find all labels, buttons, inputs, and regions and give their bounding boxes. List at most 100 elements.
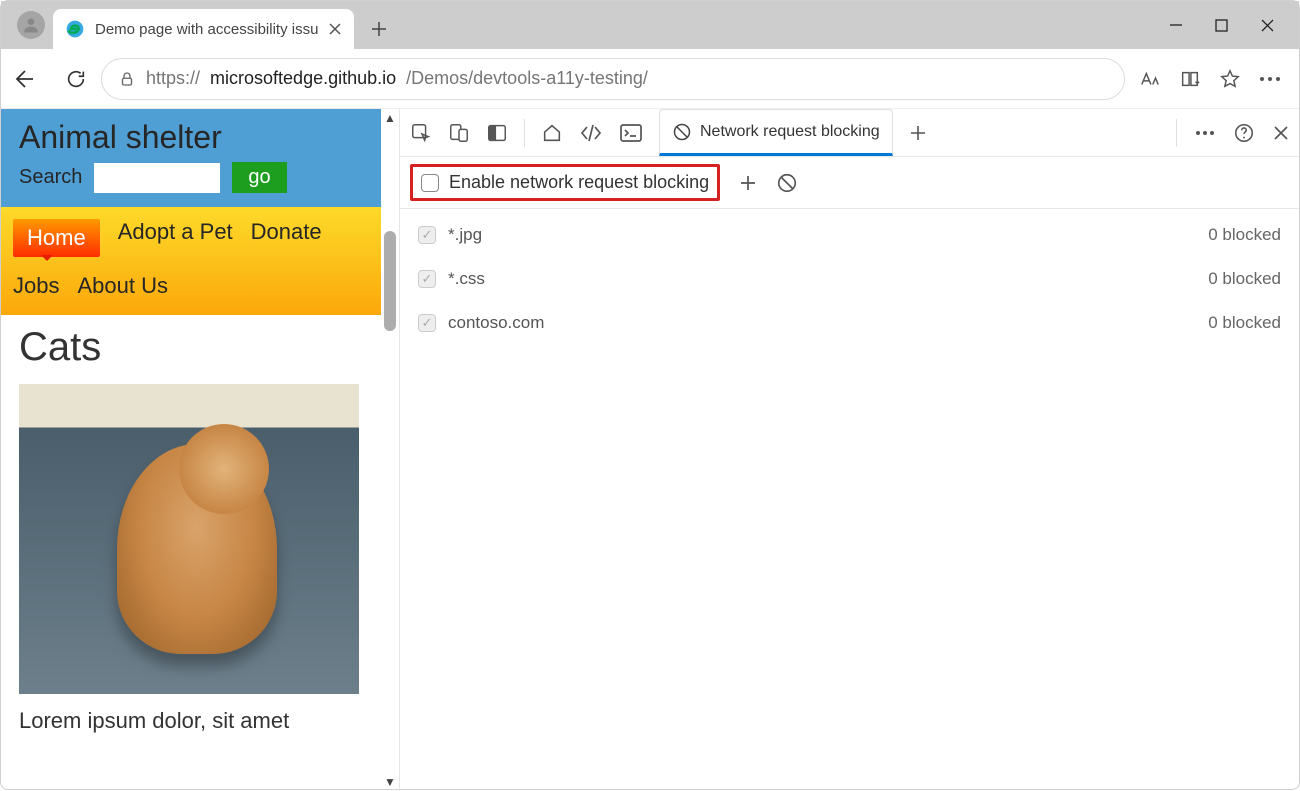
star-icon bbox=[1219, 68, 1241, 90]
page-scrollbar[interactable]: ▲ ▼ bbox=[381, 109, 399, 791]
user-icon bbox=[21, 15, 41, 35]
cat-image bbox=[19, 384, 359, 694]
section-heading: Cats bbox=[19, 325, 363, 370]
scroll-thumb[interactable] bbox=[384, 231, 396, 331]
rule-pattern: *.css bbox=[448, 269, 485, 289]
url-path: /Demos/devtools-a11y-testing/ bbox=[406, 68, 648, 89]
browser-tab[interactable]: Demo page with accessibility issu bbox=[53, 9, 354, 49]
inspect-icon bbox=[410, 122, 432, 144]
nav-donate[interactable]: Donate bbox=[251, 219, 322, 257]
help-icon bbox=[1233, 122, 1255, 144]
page-viewport: Animal shelter Search go Home Adopt a Pe… bbox=[1, 109, 399, 791]
reading-view-button[interactable] bbox=[1179, 68, 1201, 90]
minimize-icon bbox=[1169, 18, 1183, 32]
rule-count: 0 blocked bbox=[1208, 313, 1281, 333]
devtools-panel: Network request blocking Enable network … bbox=[399, 109, 1299, 791]
maximize-button[interactable] bbox=[1215, 19, 1228, 32]
rules-list: *.jpg 0 blocked *.css 0 blocked contoso.… bbox=[400, 209, 1299, 349]
more-icon bbox=[1259, 76, 1281, 82]
home-icon bbox=[541, 122, 563, 144]
checkbox-icon bbox=[418, 270, 436, 288]
nav-home[interactable]: Home bbox=[13, 219, 100, 257]
console-tab[interactable] bbox=[619, 122, 643, 144]
rule-row[interactable]: *.css 0 blocked bbox=[400, 257, 1299, 301]
maximize-icon bbox=[1215, 19, 1228, 32]
code-icon bbox=[579, 122, 603, 144]
console-icon bbox=[619, 122, 643, 144]
page-header: Animal shelter Search go bbox=[1, 109, 381, 207]
rule-count: 0 blocked bbox=[1208, 225, 1281, 245]
devtools-help-button[interactable] bbox=[1233, 122, 1255, 144]
arrow-left-icon bbox=[11, 67, 35, 91]
devtools-close-button[interactable] bbox=[1273, 125, 1289, 141]
rule-pattern: *.jpg bbox=[448, 225, 482, 245]
more-icon bbox=[1195, 130, 1215, 136]
text-size-icon bbox=[1139, 68, 1161, 90]
nav-adopt[interactable]: Adopt a Pet bbox=[118, 219, 233, 257]
enable-blocking-toggle[interactable]: Enable network request blocking bbox=[410, 164, 720, 201]
go-button[interactable]: go bbox=[232, 162, 286, 193]
scroll-up-icon: ▲ bbox=[382, 109, 398, 127]
body-text: Lorem ipsum dolor, sit amet bbox=[19, 708, 363, 734]
main-content: Animal shelter Search go Home Adopt a Pe… bbox=[1, 109, 1299, 791]
window-titlebar: Demo page with accessibility issu bbox=[1, 1, 1299, 49]
device-icon bbox=[448, 122, 470, 144]
elements-tab[interactable] bbox=[579, 122, 603, 144]
checkbox-icon bbox=[418, 314, 436, 332]
inspect-button[interactable] bbox=[410, 122, 432, 144]
enable-label: Enable network request blocking bbox=[449, 172, 709, 193]
plus-icon bbox=[370, 20, 388, 38]
block-icon bbox=[672, 122, 692, 142]
nav-about[interactable]: About Us bbox=[77, 273, 168, 299]
minimize-button[interactable] bbox=[1169, 18, 1183, 32]
dock-button[interactable] bbox=[486, 122, 508, 144]
book-icon bbox=[1179, 68, 1201, 90]
read-aloud-button[interactable] bbox=[1139, 68, 1161, 90]
checkbox-icon bbox=[421, 174, 439, 192]
address-bar[interactable]: https:// microsoftedge.github.io/Demos/de… bbox=[101, 58, 1125, 100]
close-icon bbox=[1260, 18, 1275, 33]
clear-patterns-button[interactable] bbox=[776, 172, 798, 194]
devtools-more-button[interactable] bbox=[1195, 130, 1215, 136]
add-pattern-button[interactable] bbox=[738, 173, 758, 193]
nav-jobs[interactable]: Jobs bbox=[13, 273, 59, 299]
search-input[interactable] bbox=[94, 163, 220, 193]
search-label: Search bbox=[19, 166, 82, 189]
close-icon bbox=[328, 22, 342, 36]
close-tab-button[interactable] bbox=[328, 22, 342, 36]
close-window-button[interactable] bbox=[1260, 18, 1275, 33]
rule-row[interactable]: contoso.com 0 blocked bbox=[400, 301, 1299, 345]
plus-icon bbox=[738, 173, 758, 193]
tab-title: Demo page with accessibility issu bbox=[95, 21, 318, 38]
rule-count: 0 blocked bbox=[1208, 269, 1281, 289]
dock-icon bbox=[486, 122, 508, 144]
new-tab-button[interactable] bbox=[370, 20, 388, 38]
checkbox-icon bbox=[418, 226, 436, 244]
close-icon bbox=[1273, 125, 1289, 141]
rule-row[interactable]: *.jpg 0 blocked bbox=[400, 213, 1299, 257]
site-nav: Home Adopt a Pet Donate Jobs About Us bbox=[1, 207, 381, 315]
network-blocking-tab[interactable]: Network request blocking bbox=[659, 109, 893, 156]
url-host: microsoftedge.github.io bbox=[210, 68, 396, 89]
device-toggle-button[interactable] bbox=[448, 122, 470, 144]
rule-pattern: contoso.com bbox=[448, 313, 544, 333]
settings-menu-button[interactable] bbox=[1259, 76, 1281, 82]
plus-icon bbox=[909, 124, 927, 142]
browser-toolbar: https:// microsoftedge.github.io/Demos/de… bbox=[1, 49, 1299, 109]
edge-icon bbox=[65, 19, 85, 39]
add-tab-button[interactable] bbox=[909, 124, 927, 142]
scroll-down-icon: ▼ bbox=[382, 773, 398, 791]
refresh-button[interactable] bbox=[65, 68, 87, 90]
lock-icon bbox=[118, 70, 136, 88]
profile-avatar[interactable] bbox=[17, 11, 45, 39]
blocking-toolbar: Enable network request blocking bbox=[400, 157, 1299, 209]
refresh-icon bbox=[65, 68, 87, 90]
devtools-tabbar: Network request blocking bbox=[400, 109, 1299, 157]
welcome-tab[interactable] bbox=[541, 122, 563, 144]
favorite-button[interactable] bbox=[1219, 68, 1241, 90]
site-title: Animal shelter bbox=[19, 119, 363, 156]
back-button[interactable] bbox=[11, 67, 35, 91]
tab-label: Network request blocking bbox=[700, 123, 880, 141]
url-prefix: https:// bbox=[146, 68, 200, 89]
block-icon bbox=[776, 172, 798, 194]
